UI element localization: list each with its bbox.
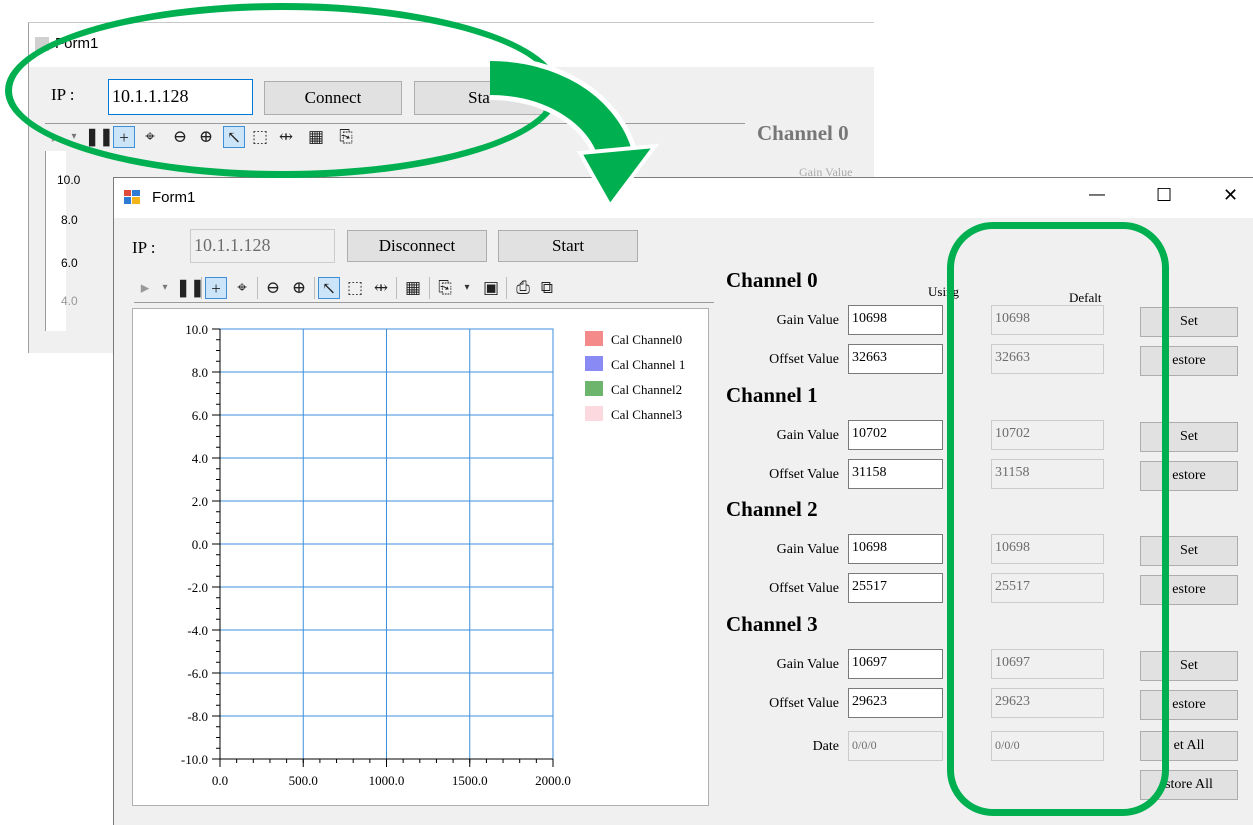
default-column-highlight [947, 222, 1169, 816]
offset-using-input[interactable]: 29623 [848, 688, 943, 718]
print-icon[interactable]: ⎙ [512, 277, 534, 299]
pause-icon[interactable]: ❚❚ [176, 277, 205, 299]
maximize-button[interactable]: ☐ [1156, 185, 1172, 206]
copy-icon[interactable]: ⎘ [434, 277, 456, 299]
toolbar-separator [257, 277, 258, 299]
x-tick-label: 1000.0 [369, 773, 405, 788]
pointer-icon[interactable]: ↖ [318, 277, 340, 299]
channel-title: Channel 0 [726, 268, 818, 292]
legend-label: Cal Channel3 [611, 407, 682, 422]
background-y-tick: 6.0 [61, 256, 78, 270]
zoom-fit-icon[interactable]: ⌖ [231, 277, 253, 299]
gain-using-input[interactable]: 10698 [848, 534, 943, 564]
x-tick-label: 0.0 [212, 773, 228, 788]
window-title: Form1 [152, 189, 196, 206]
channel-title: Channel 3 [726, 612, 818, 636]
channel-title: Channel 1 [726, 383, 818, 407]
chart-svg: 0.0 500.0 1000.0 1500.0 2000.0 10.0 8.0 6.0 4.0 2… [181, 322, 685, 788]
date-label: Date [812, 739, 839, 754]
y-tick-label: 4.0 [192, 451, 208, 466]
ip-input[interactable]: 10.1.1.128 [190, 229, 335, 263]
legend-label: Cal Channel0 [611, 332, 682, 347]
y-tick-label: 2.0 [192, 494, 208, 509]
background-y-tick: 8.0 [61, 213, 78, 227]
select-rect-icon[interactable]: ⬚ [344, 277, 366, 299]
properties-icon[interactable]: ▦ [402, 277, 424, 299]
y-tick-label: 10.0 [185, 322, 208, 337]
ip-label: IP : [132, 238, 156, 257]
legend-swatch [585, 356, 603, 371]
toolbar-separator [396, 277, 397, 299]
gain-using-input[interactable]: 10702 [848, 420, 943, 450]
x-tick-label: 500.0 [289, 773, 318, 788]
gain-using-input[interactable]: 10697 [848, 649, 943, 679]
y-tick-label: -2.0 [187, 580, 208, 595]
save-icon[interactable]: ▣ [480, 277, 502, 299]
toolbar-separator [314, 277, 315, 299]
app-icon [124, 190, 140, 204]
close-button[interactable]: ✕ [1223, 185, 1238, 206]
y-tick-label: -6.0 [187, 666, 208, 681]
offset-label: Offset Value [769, 696, 839, 711]
disconnect-button[interactable]: Disconnect [347, 230, 487, 262]
gain-using-input[interactable]: 10698 [848, 305, 943, 335]
dropdown-icon[interactable]: ▾ [456, 277, 478, 299]
green-arrow-icon [489, 58, 660, 208]
offset-label: Offset Value [769, 352, 839, 367]
chart-toolbar: ▸ ▾ ❚❚ + ⌖ ⊖ ⊕ ↖ ⬚ ⇹ ▦ ⎘ ▾ ▣ ⎙ ⧉ [134, 276, 714, 303]
offset-using-input[interactable]: 25517 [848, 573, 943, 603]
legend-swatch [585, 406, 603, 421]
toolbar-separator [506, 277, 507, 299]
start-button[interactable]: Start [498, 230, 638, 262]
zoom-in-icon[interactable]: ⊕ [288, 277, 310, 299]
offset-label: Offset Value [769, 467, 839, 482]
zoom-out-icon[interactable]: ⊖ [262, 277, 284, 299]
legend-swatch [585, 331, 603, 346]
minimize-button[interactable]: — [1089, 186, 1105, 204]
y-tick-label: 8.0 [192, 365, 208, 380]
y-tick-label: -4.0 [187, 623, 208, 638]
background-y-tick: 4.0 [61, 294, 78, 308]
x-tick-label: 1500.0 [452, 773, 488, 788]
offset-label: Offset Value [769, 581, 839, 596]
legend-label: Cal Channel2 [611, 382, 682, 397]
gain-label: Gain Value [776, 542, 839, 557]
chart-panel: 0.0 500.0 1000.0 1500.0 2000.0 10.0 8.0 6.0 4.0 2… [132, 308, 709, 806]
toolbar-separator [429, 277, 430, 299]
legend-label: Cal Channel 1 [611, 357, 685, 372]
offset-using-input[interactable]: 32663 [848, 344, 943, 374]
x-tick-label: 2000.0 [535, 773, 571, 788]
y-tick-label: 0.0 [192, 537, 208, 552]
move-icon[interactable]: + [205, 277, 227, 299]
title-bar: Form1 — ☐ ✕ [114, 178, 1253, 218]
print-preview-icon[interactable]: ⧉ [536, 277, 558, 299]
y-tick-label: -10.0 [181, 752, 208, 767]
channel-title: Channel 2 [726, 497, 818, 521]
gain-label: Gain Value [776, 313, 839, 328]
gain-label: Gain Value [776, 428, 839, 443]
toolbar-separator [201, 277, 202, 299]
background-channel-title: Channel 0 [757, 121, 849, 145]
offset-using-input[interactable]: 31158 [848, 459, 943, 489]
date-using-field[interactable]: 0/0/0 [848, 731, 943, 761]
background-y-tick: 10.0 [57, 173, 81, 187]
cursor-icon[interactable]: ⇹ [370, 277, 392, 299]
gain-label: Gain Value [776, 657, 839, 672]
legend-swatch [585, 381, 603, 396]
play-icon[interactable]: ▸ [134, 277, 156, 299]
y-tick-label: 6.0 [192, 408, 208, 423]
y-tick-label: -8.0 [187, 709, 208, 724]
dropdown-icon[interactable]: ▾ [154, 277, 176, 299]
